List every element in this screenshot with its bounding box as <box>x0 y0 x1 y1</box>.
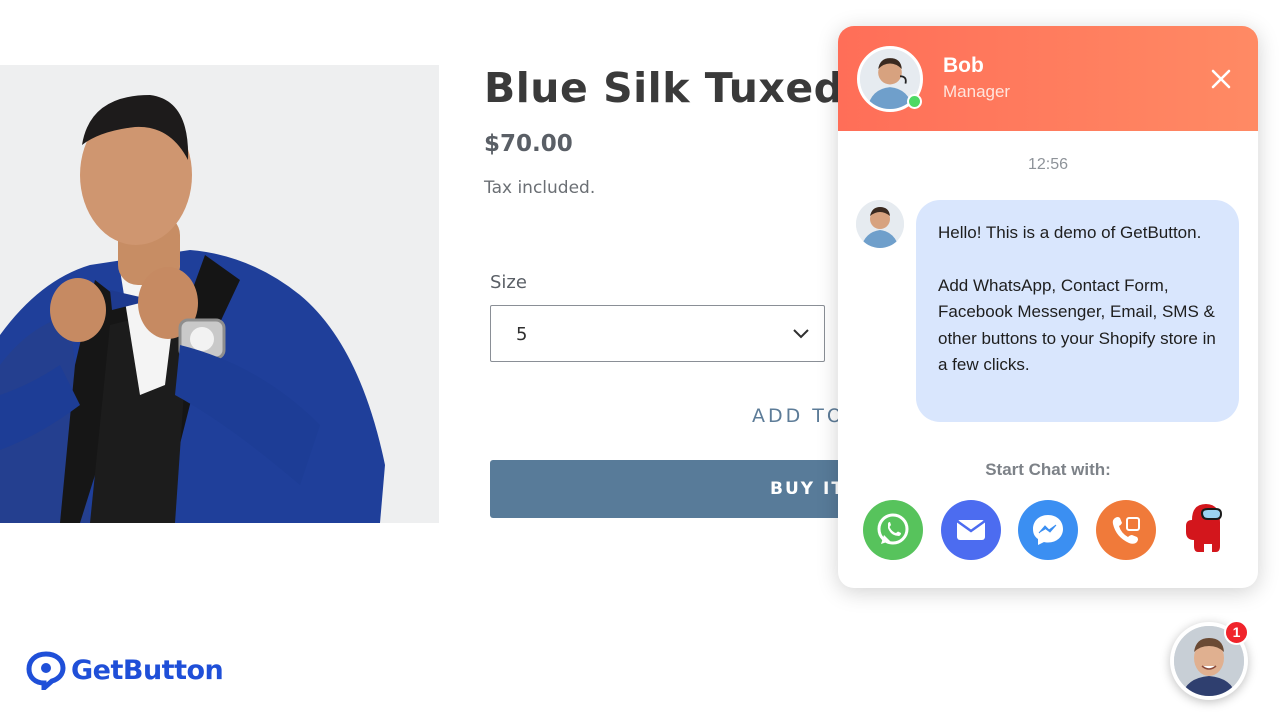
size-label: Size <box>490 272 527 293</box>
email-button[interactable] <box>941 500 1001 560</box>
online-status-dot <box>907 94 922 109</box>
unread-badge: 1 <box>1224 620 1249 645</box>
message-text-body: Add WhatsApp, Contact Form, Facebook Mes… <box>938 275 1216 375</box>
whatsapp-button[interactable] <box>863 500 923 560</box>
product-price: $70.00 <box>484 131 573 157</box>
getbutton-logo-icon <box>26 651 66 690</box>
start-chat-label: Start Chat with: <box>985 460 1111 479</box>
messenger-button[interactable] <box>1018 500 1078 560</box>
message-avatar <box>856 200 904 248</box>
among-us-button[interactable] <box>1174 500 1234 560</box>
chat-message-bubble: Hello! This is a demo of GetButton. Add … <box>916 200 1239 422</box>
chat-widget: Bob Manager 12:56 Hello! This is a demo … <box>838 26 1258 588</box>
whatsapp-icon <box>863 500 923 560</box>
tax-note: Tax included. <box>484 178 596 198</box>
chevron-down-icon <box>793 329 809 339</box>
chat-header: Bob Manager <box>838 26 1258 131</box>
among-us-icon <box>1186 504 1223 552</box>
size-select[interactable]: 5 <box>490 305 825 362</box>
brand-name: GetButton <box>71 654 224 686</box>
agent-role: Manager <box>943 82 1011 101</box>
product-page: Blue Silk Tuxedo $70.00 Tax included. Si… <box>0 0 1280 720</box>
close-icon[interactable] <box>1206 64 1236 94</box>
getbutton-logo: GetButton <box>25 650 224 690</box>
size-selected-value: 5 <box>516 324 528 345</box>
email-icon <box>941 500 1001 560</box>
phone-button[interactable] <box>1096 500 1156 560</box>
product-title: Blue Silk Tuxedo <box>484 64 873 112</box>
messenger-icon <box>1018 500 1078 560</box>
message-timestamp: 12:56 <box>1027 156 1069 173</box>
product-image <box>0 65 439 523</box>
phone-icon <box>1096 500 1156 560</box>
message-text-greeting: Hello! This is a demo of GetButton. <box>938 223 1202 242</box>
agent-name: Bob <box>943 54 984 77</box>
